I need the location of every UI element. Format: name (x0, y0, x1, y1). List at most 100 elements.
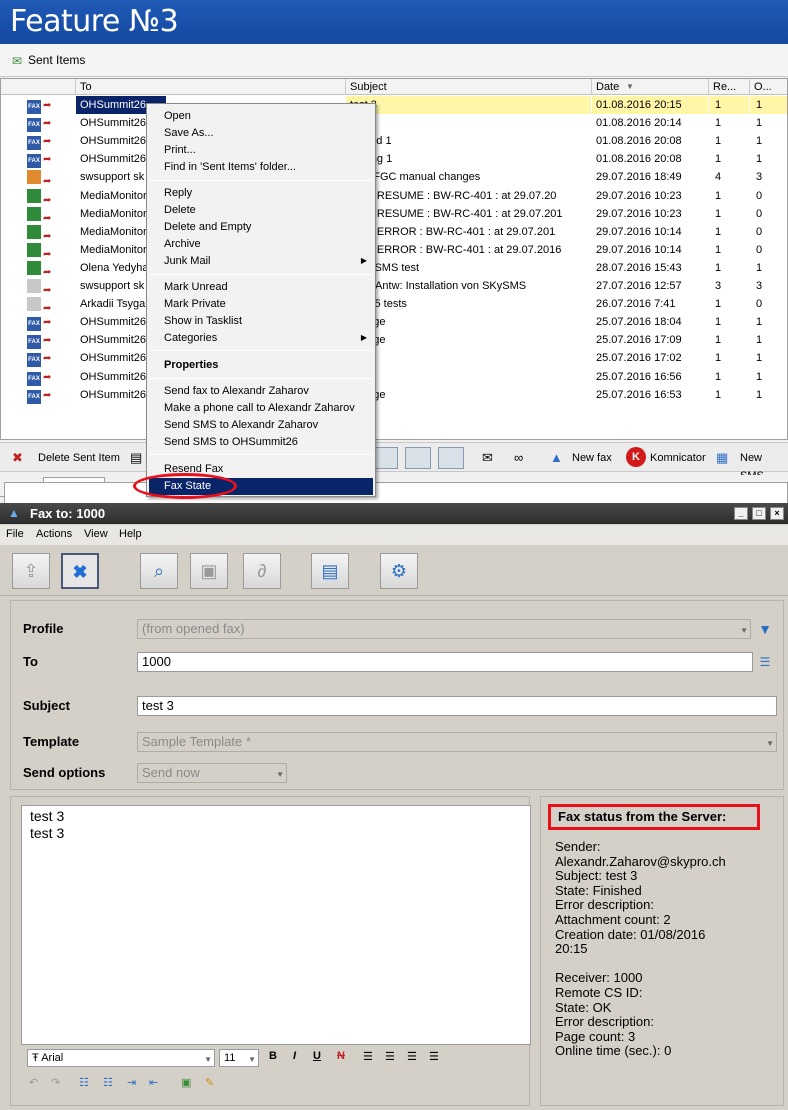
italic-icon[interactable]: I (293, 1050, 296, 1062)
menu-print[interactable]: Print... (164, 142, 196, 158)
template-select[interactable]: Sample Template * ▼ (137, 732, 777, 752)
sent-arrow-icon: ➦ (43, 194, 52, 205)
cancel-fax-button[interactable]: ✖ (61, 553, 99, 589)
minimize-button[interactable]: _ (734, 507, 748, 520)
redo-icon[interactable]: ↷ (51, 1076, 60, 1089)
attach-icon[interactable]: ∂ (243, 553, 281, 589)
column-o[interactable]: O... (750, 79, 787, 95)
address-book-icon[interactable]: ▤ (311, 553, 349, 589)
bullet-list-icon[interactable]: ☷ (79, 1076, 89, 1089)
sms-icon (27, 242, 41, 257)
table-row[interactable]: FAX➦OHSummit26essage25.07.2016 17:0911 (1, 331, 787, 350)
message-grid[interactable]: To Subject Date ▼ Re... O... FAX ➦ OHSummit… (0, 78, 788, 440)
preview-pane-button[interactable] (405, 447, 431, 469)
glasses-icon[interactable]: ∞ (514, 449, 523, 467)
align-center-icon[interactable]: ☰ (385, 1050, 395, 1063)
table-row[interactable]: ➦ MediaMonitor Fwd: ERROR : BW-RC-401 : at… (1, 241, 787, 259)
column-subject[interactable]: Subject (346, 79, 592, 95)
column-to[interactable]: To (76, 79, 346, 95)
column-date[interactable]: Date ▼ (592, 79, 709, 95)
insert-image-icon[interactable]: ▣ (181, 1076, 191, 1089)
close-button[interactable]: × (770, 507, 784, 520)
menu-mark-private[interactable]: Mark Private (164, 296, 226, 312)
table-row[interactable]: FAX➦OHSummit26essage25.07.2016 16:5311 (1, 386, 787, 404)
align-justify-icon[interactable]: ☰ (407, 1050, 417, 1063)
menu-find-in-folder[interactable]: Find in 'Sent Items' folder... (164, 159, 296, 175)
edit-icon[interactable]: ✎ (205, 1076, 214, 1089)
table-row[interactable]: ➦ Olena Yedyha Bulk SMS test 28.07.2016 15:… (1, 259, 787, 277)
menu-open[interactable]: Open (164, 108, 191, 124)
table-row[interactable]: FAX ➦ OHSummit26 25.07.2016 17:02 1 1 (1, 349, 787, 368)
fax-toolbar: ⇪ ✖ ⌕ ▣ ∂ ▤ ⚙ (0, 546, 788, 596)
menu-mark-unread[interactable]: Mark Unread (164, 279, 228, 295)
send-options-select[interactable]: Send now ▼ (137, 763, 287, 783)
menu-categories[interactable]: Categories (164, 330, 217, 346)
table-row[interactable]: ➦ MediaMonitor Fwd: ERROR : BW-RC-401 : at… (1, 223, 787, 241)
menu-send-fax[interactable]: Send fax to Alexandr Zaharov (164, 383, 309, 399)
filter-icon[interactable]: ▼ (755, 619, 775, 639)
table-row[interactable]: ➦ Arkadii Tsyga 0.18.5 tests 26.07.2016 7:4… (1, 295, 787, 313)
menu-junk-mail[interactable]: Junk Mail (164, 253, 210, 269)
table-row[interactable]: ➦ MediaMonitor Fwd: RESUME : BW-RC-401 : a… (1, 205, 787, 223)
komnicator-button[interactable]: Komnicator (650, 449, 706, 467)
font-name-select[interactable]: Ŧ Arial ▼ (27, 1049, 215, 1067)
recipient-list-icon[interactable]: ☰ (755, 652, 775, 672)
menu-send-sms-alexandr[interactable]: Send SMS to Alexandr Zaharov (164, 417, 318, 433)
table-row[interactable]: ➦ swsupport sk ntw: FGC manual changes 29.0… (1, 168, 787, 186)
menu-actions[interactable]: Actions (36, 528, 72, 540)
table-row[interactable]: FAX➦OHSummit26essage25.07.2016 18:0411 (1, 313, 787, 332)
table-row[interactable]: FAX ➦ OHSummit26 25.07.2016 16:56 1 1 (1, 368, 787, 386)
new-sms-button[interactable]: New SMS (740, 449, 788, 482)
menu-send-sms-ohsummit[interactable]: Send SMS to OHSummit26 (164, 434, 298, 450)
menu-file[interactable]: File (6, 528, 24, 540)
table-row[interactable]: ➦ swsupport sk Vtrlt: Antw: Installation v… (1, 277, 787, 295)
send-fax-button[interactable]: ⇪ (12, 553, 50, 589)
bold-icon[interactable]: B (269, 1050, 277, 1062)
settings-gear-icon[interactable]: ⚙ (380, 553, 418, 589)
underline-icon[interactable]: U (313, 1050, 321, 1062)
table-row[interactable]: ➦ MediaMonitor Fwd: RESUME : BW-RC-401 : a… (1, 187, 787, 205)
fax-status-line: State: Finished (555, 882, 642, 898)
profile-select[interactable]: (from opened fax) ▼ (137, 619, 751, 639)
table-row[interactable]: FAX ➦ OHSummit26 01.08.2016 20:14 1 1 (1, 114, 787, 133)
table-row[interactable]: FAX➦OHSummit26test 301.08.2016 20:1511 (1, 96, 787, 114)
maximize-button[interactable]: □ (752, 507, 766, 520)
attachment-view-button[interactable] (438, 447, 464, 469)
menu-save-as[interactable]: Save As... (164, 125, 214, 141)
to-input[interactable]: 1000 (137, 652, 753, 672)
undo-icon[interactable]: ↶ (29, 1076, 38, 1089)
strikethrough-icon[interactable]: N (337, 1050, 345, 1062)
save-icon[interactable]: ▣ (190, 553, 228, 589)
menu-phone-call[interactable]: Make a phone call to Alexandr Zaharov (164, 400, 355, 416)
cell-subject (346, 368, 591, 386)
cell-subject: ntw: FGC manual changes (350, 171, 481, 184)
menu-help[interactable]: Help (119, 528, 142, 540)
subject-input[interactable]: test 3 (137, 696, 777, 716)
indent-icon[interactable]: ⇥ (127, 1076, 136, 1089)
table-row[interactable]: FAX➦OHSummit26elayed 101.08.2016 20:0811 (1, 132, 787, 151)
delete-sent-item-button[interactable]: Delete Sent Item (38, 449, 120, 467)
menu-show-in-tasklist[interactable]: Show in Tasklist (164, 313, 242, 329)
search-icon[interactable]: ⌕ (140, 553, 178, 589)
sent-arrow-icon: ➦ (43, 118, 52, 130)
menu-archive[interactable]: Archive (164, 236, 201, 252)
menu-view[interactable]: View (84, 528, 108, 540)
menu-delete[interactable]: Delete (164, 202, 196, 218)
print-icon[interactable]: ▤ (130, 449, 142, 467)
numbered-list-icon[interactable]: ☷ (103, 1076, 113, 1089)
highlight-ellipse (133, 473, 237, 499)
menu-delete-and-empty[interactable]: Delete and Empty (164, 219, 251, 235)
fax-body-editor[interactable]: test 3 test 3 (21, 805, 531, 1045)
contacts-icon[interactable]: ✉ (482, 449, 493, 467)
column-re[interactable]: Re... (709, 79, 750, 95)
cell-date: 01.08.2016 20:08 (596, 135, 682, 148)
table-row[interactable]: FAX➦OHSummit26ending 101.08.2016 20:0811 (1, 150, 787, 169)
menu-reply[interactable]: Reply (164, 185, 192, 201)
font-size-select[interactable]: 11 ▼ (219, 1049, 259, 1067)
outdent-icon[interactable]: ⇤ (149, 1076, 158, 1089)
new-fax-button[interactable]: New fax (572, 449, 612, 467)
align-right-icon[interactable]: ☰ (429, 1050, 439, 1063)
align-left-icon[interactable]: ☰ (363, 1050, 373, 1063)
menu-properties[interactable]: Properties (164, 357, 218, 373)
column-icons[interactable] (1, 79, 76, 95)
